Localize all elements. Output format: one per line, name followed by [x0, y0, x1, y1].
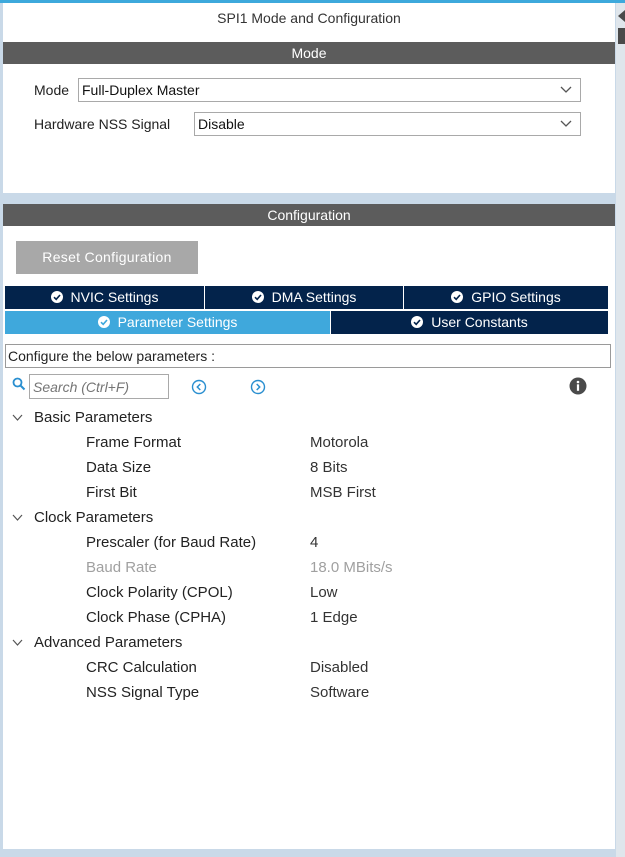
- mode-select-value: Full-Duplex Master: [82, 82, 200, 98]
- check-circle-icon: [97, 316, 110, 328]
- param-name: First Bit: [86, 484, 137, 501]
- tab-dma-settings[interactable]: DMA Settings: [205, 286, 403, 309]
- chevron-down-icon: [12, 514, 23, 521]
- group-basic-parameters[interactable]: Basic Parameters: [3, 405, 615, 430]
- param-name: Clock Polarity (CPOL): [86, 584, 233, 601]
- param-value: 4: [310, 534, 319, 551]
- tab-user-constants[interactable]: User Constants: [331, 311, 608, 334]
- param-name: Prescaler (for Baud Rate): [86, 534, 257, 551]
- param-value: Disabled: [310, 659, 369, 676]
- tab-label: User Constants: [431, 314, 528, 330]
- instruction-text: Configure the below parameters :: [5, 344, 611, 368]
- chevron-down-icon: [560, 86, 572, 93]
- hardware-nss-select-value: Disable: [198, 116, 245, 132]
- param-name: Data Size: [86, 459, 152, 476]
- check-circle-icon: [50, 291, 63, 303]
- panel-title: SPI1 Mode and Configuration: [217, 10, 401, 26]
- search-input[interactable]: [29, 374, 169, 399]
- param-row[interactable]: Clock Polarity (CPOL) Low: [3, 580, 615, 605]
- tab-gpio-settings[interactable]: GPIO Settings: [404, 286, 608, 309]
- tab-label: GPIO Settings: [471, 289, 561, 305]
- param-row[interactable]: Clock Phase (CPHA) 1 Edge: [3, 605, 615, 630]
- group-label: Advanced Parameters: [34, 634, 183, 651]
- right-scroll-strip: [616, 3, 625, 857]
- param-name: CRC Calculation: [86, 659, 197, 676]
- group-label: Clock Parameters: [34, 509, 154, 526]
- hardware-nss-label: Hardware NSS Signal: [34, 116, 171, 132]
- reset-configuration-button[interactable]: Reset Configuration: [16, 241, 198, 274]
- param-value: MSB First: [310, 484, 376, 501]
- param-name: Clock Phase (CPHA): [86, 609, 227, 626]
- chevron-right-circle-icon[interactable]: [250, 379, 266, 395]
- chevron-down-icon: [560, 120, 572, 127]
- group-clock-parameters[interactable]: Clock Parameters: [3, 505, 615, 530]
- check-circle-icon: [251, 291, 264, 303]
- param-row[interactable]: Prescaler (for Baud Rate) 4: [3, 530, 615, 555]
- mode-label: Mode: [34, 82, 70, 98]
- hardware-nss-select[interactable]: Disable: [194, 112, 581, 136]
- param-value: Motorola: [310, 434, 369, 451]
- collapse-arrow-icon[interactable]: [616, 8, 625, 50]
- group-label: Basic Parameters: [34, 409, 153, 426]
- param-value: 8 Bits: [310, 459, 348, 476]
- group-advanced-parameters[interactable]: Advanced Parameters: [3, 630, 615, 655]
- tab-nvic-settings[interactable]: NVIC Settings: [5, 286, 204, 309]
- chevron-left-circle-icon[interactable]: [191, 379, 207, 395]
- param-value: 18.0 MBits/s: [310, 559, 393, 576]
- param-row[interactable]: CRC Calculation Disabled: [3, 655, 615, 680]
- check-circle-icon: [451, 291, 464, 303]
- mode-panel: SPI1 Mode and Configuration Mode Mode Fu…: [3, 3, 615, 193]
- tab-parameter-settings[interactable]: Parameter Settings: [5, 311, 330, 334]
- mode-select[interactable]: Full-Duplex Master: [78, 78, 581, 102]
- param-value: Low: [310, 584, 338, 601]
- param-row-disabled: Baud Rate 18.0 MBits/s: [3, 555, 615, 580]
- search-icon: [12, 377, 26, 391]
- param-value: Software: [310, 684, 370, 701]
- mode-section-header: Mode: [3, 42, 615, 64]
- param-value: 1 Edge: [310, 609, 358, 626]
- check-circle-icon: [411, 316, 424, 328]
- param-row[interactable]: Data Size 8 Bits: [3, 455, 615, 480]
- param-name: Baud Rate: [86, 559, 157, 576]
- chevron-down-icon: [12, 414, 23, 421]
- mode-row: Mode Full-Duplex Master: [3, 78, 615, 102]
- param-name: NSS Signal Type: [86, 684, 200, 701]
- param-name: Frame Format: [86, 434, 182, 451]
- configuration-section-header: Configuration: [3, 204, 615, 226]
- tab-label: DMA Settings: [271, 289, 357, 305]
- param-row[interactable]: Frame Format Motorola: [3, 430, 615, 455]
- spi1-config-window: SPI1 Mode and Configuration Mode Mode Fu…: [0, 0, 625, 857]
- tab-label: Parameter Settings: [117, 314, 238, 330]
- chevron-down-icon: [12, 639, 23, 646]
- tab-label: NVIC Settings: [70, 289, 159, 305]
- param-row[interactable]: First Bit MSB First: [3, 480, 615, 505]
- configuration-panel: Configuration Reset Configuration NVIC S…: [3, 204, 615, 849]
- hardware-nss-row: Hardware NSS Signal Disable: [3, 112, 615, 136]
- param-row[interactable]: NSS Signal Type Software: [3, 680, 615, 705]
- info-icon[interactable]: [569, 377, 587, 395]
